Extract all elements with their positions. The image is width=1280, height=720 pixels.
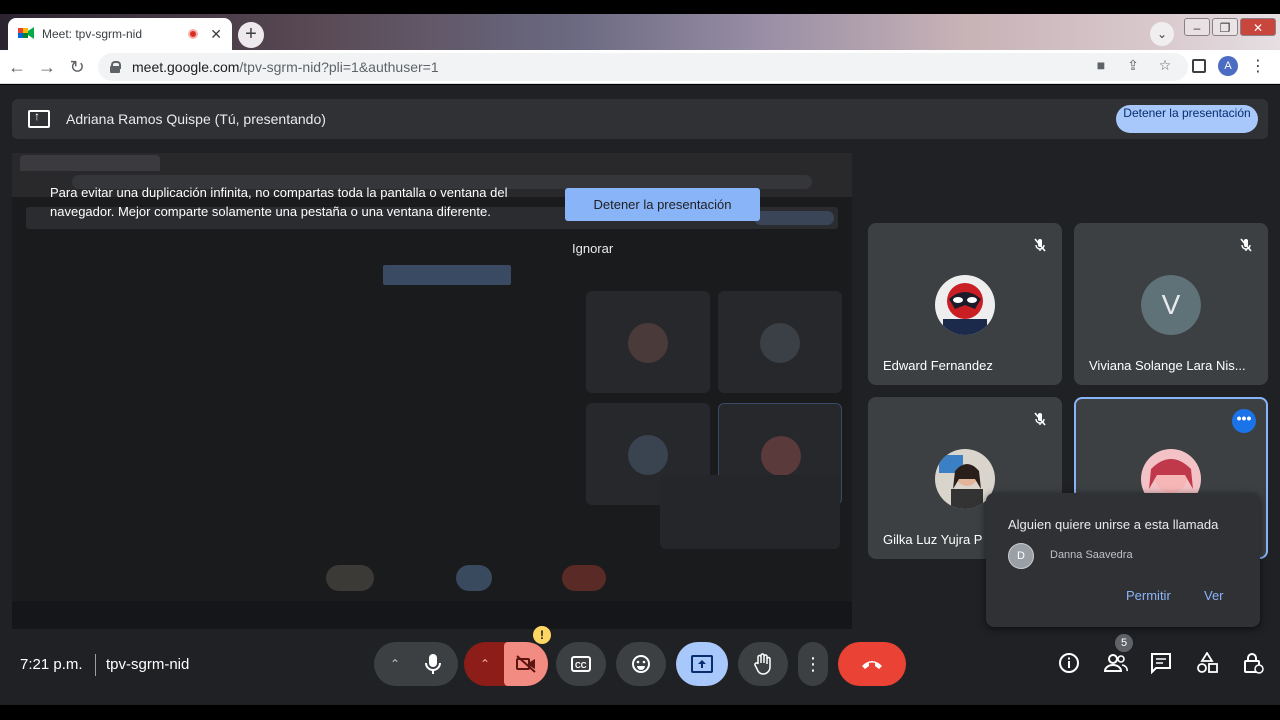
chat-icon xyxy=(1151,653,1171,675)
people-icon xyxy=(1103,654,1128,672)
meeting-controls-bar: 7:21 p.m. tpv-sgrm-nid ⌃ ⌃ ! CC ⋮ xyxy=(0,626,1280,700)
profile-avatar[interactable]: A xyxy=(1218,56,1238,76)
preview-join-popup xyxy=(660,475,840,549)
shapes-icon xyxy=(1197,651,1218,673)
preview-tile xyxy=(718,291,842,393)
join-request-title: Alguien quiere unirse a esta llamada xyxy=(1008,517,1219,532)
allow-button[interactable]: Permitir xyxy=(1126,588,1171,603)
browser-tab-meet[interactable]: Meet: tpv-sgrm-nid ✕ xyxy=(8,18,232,50)
raise-hand-button[interactable] xyxy=(738,642,788,686)
captions-button[interactable]: CC xyxy=(556,642,606,686)
mic-off-icon xyxy=(1240,238,1252,252)
url-text: meet.google.com/tpv-sgrm-nid?pli=1&authu… xyxy=(132,59,439,75)
meeting-code: tpv-sgrm-nid xyxy=(106,656,190,673)
side-panel-icon[interactable] xyxy=(1192,59,1206,73)
requester-avatar: D xyxy=(1008,543,1034,569)
participant-name: Gilka Luz Yujra P xyxy=(883,532,983,547)
presenting-bar: Adriana Ramos Quispe (Tú, presentando) D… xyxy=(12,99,1268,139)
browser-menu-icon[interactable]: ⋮ xyxy=(1250,56,1266,76)
browser-toolbar: ← → ↻ meet.google.com/tpv-sgrm-nid?pli=1… xyxy=(0,50,1280,84)
emoji-icon xyxy=(632,655,650,673)
info-icon xyxy=(1059,653,1079,673)
browser-tab-strip: Meet: tpv-sgrm-nid ✕ + ⌄ – ❐ ✕ xyxy=(0,14,1280,50)
restore-window-icon[interactable]: ❐ xyxy=(1212,18,1238,36)
tab-title: Meet: tpv-sgrm-nid xyxy=(42,27,143,41)
chat-button[interactable] xyxy=(1150,652,1172,675)
mic-off-icon xyxy=(1034,412,1046,426)
participant-name: Edward Fernandez xyxy=(883,358,993,373)
more-vert-icon: ⋮ xyxy=(804,653,822,674)
preview-tile xyxy=(586,291,710,393)
more-options-button[interactable]: ⋮ xyxy=(798,642,828,686)
tab-search-button[interactable]: ⌄ xyxy=(1150,22,1174,46)
present-screen-icon xyxy=(691,655,713,673)
svg-text:CC: CC xyxy=(575,661,587,670)
microphone-button[interactable] xyxy=(424,653,442,675)
lock-person-icon xyxy=(1244,653,1264,674)
share-icon[interactable]: ⇪ xyxy=(1124,57,1142,74)
participant-name: Viviana Solange Lara Nis... xyxy=(1089,358,1246,373)
more-options-icon[interactable]: ••• xyxy=(1232,409,1256,433)
preview-taskbar xyxy=(12,601,852,629)
side-panel-buttons xyxy=(1058,651,1264,675)
reactions-button[interactable] xyxy=(616,642,666,686)
meet-stage: Adriana Ramos Quispe (Tú, presentando) D… xyxy=(0,85,1280,705)
bookmark-star-icon[interactable]: ☆ xyxy=(1156,57,1174,74)
recording-indicator-icon xyxy=(188,29,199,39)
participant-avatar: V xyxy=(1141,275,1201,335)
participant-tile-edward[interactable]: Edward Fernandez xyxy=(868,223,1062,385)
camera-in-use-icon[interactable]: ■ xyxy=(1092,57,1110,74)
activities-button[interactable] xyxy=(1196,651,1218,674)
audio-options-chevron-up-icon[interactable]: ⌃ xyxy=(390,657,400,671)
host-controls-button[interactable] xyxy=(1242,652,1264,674)
video-options-chevron-up-icon[interactable]: ⌃ xyxy=(480,657,490,671)
present-now-button[interactable] xyxy=(676,642,728,686)
present-screen-icon xyxy=(28,109,50,128)
screen-top-edge xyxy=(0,0,1280,14)
presenter-name: Adriana Ramos Quispe (Tú, presentando) xyxy=(66,111,326,127)
ignore-button[interactable]: Ignorar xyxy=(572,241,613,256)
google-meet-favicon-icon xyxy=(18,26,34,42)
reload-icon[interactable]: ↻ xyxy=(66,56,88,78)
stop-presenting-button[interactable]: Detener la presentación xyxy=(1116,105,1258,133)
back-arrow-icon[interactable]: ← xyxy=(6,56,28,78)
shared-screen-preview xyxy=(12,153,852,629)
camera-off-button[interactable] xyxy=(504,642,548,686)
close-tab-icon[interactable]: ✕ xyxy=(210,26,222,43)
warning-stop-presenting-button[interactable]: Detener la presentación xyxy=(565,188,760,221)
address-bar[interactable]: meet.google.com/tpv-sgrm-nid?pli=1&authu… xyxy=(98,53,1188,81)
mic-off-icon xyxy=(1034,238,1046,252)
requester-name: Danna Saavedra xyxy=(1050,549,1133,561)
minimize-window-icon[interactable]: – xyxy=(1184,18,1210,36)
close-window-icon[interactable]: ✕ xyxy=(1240,18,1276,36)
meeting-details-button[interactable] xyxy=(1058,652,1080,674)
microphone-control: ⌃ xyxy=(374,642,458,686)
lock-icon[interactable] xyxy=(110,61,121,73)
meeting-time: 7:21 p.m. xyxy=(20,656,83,673)
divider xyxy=(95,654,96,676)
screen-bottom-edge xyxy=(0,705,1280,720)
new-tab-button[interactable]: + xyxy=(238,22,264,48)
closed-captions-icon: CC xyxy=(571,656,591,672)
window-controls: – ❐ ✕ xyxy=(1184,18,1276,36)
hang-up-icon xyxy=(862,661,882,669)
camera-control: ⌃ xyxy=(464,642,548,686)
leave-call-button[interactable] xyxy=(838,642,906,686)
participant-count-badge: 5 xyxy=(1115,634,1133,652)
view-button[interactable]: Ver xyxy=(1204,588,1224,603)
camera-off-icon xyxy=(516,655,536,673)
preview-controls xyxy=(12,553,852,599)
camera-warning-badge[interactable]: ! xyxy=(533,626,551,644)
preview-dialog-button xyxy=(383,265,511,285)
hand-icon xyxy=(754,653,771,675)
forward-arrow-icon[interactable]: → xyxy=(36,56,58,78)
preview-stop-button xyxy=(754,211,834,225)
participant-avatar xyxy=(935,275,995,335)
participant-tile-viviana[interactable]: V Viviana Solange Lara Nis... xyxy=(1074,223,1268,385)
people-button[interactable] xyxy=(1103,652,1128,674)
duplication-warning-message: Para evitar una duplicación infinita, no… xyxy=(50,185,508,219)
join-request-popup: Alguien quiere unirse a esta llamada D D… xyxy=(986,493,1260,627)
